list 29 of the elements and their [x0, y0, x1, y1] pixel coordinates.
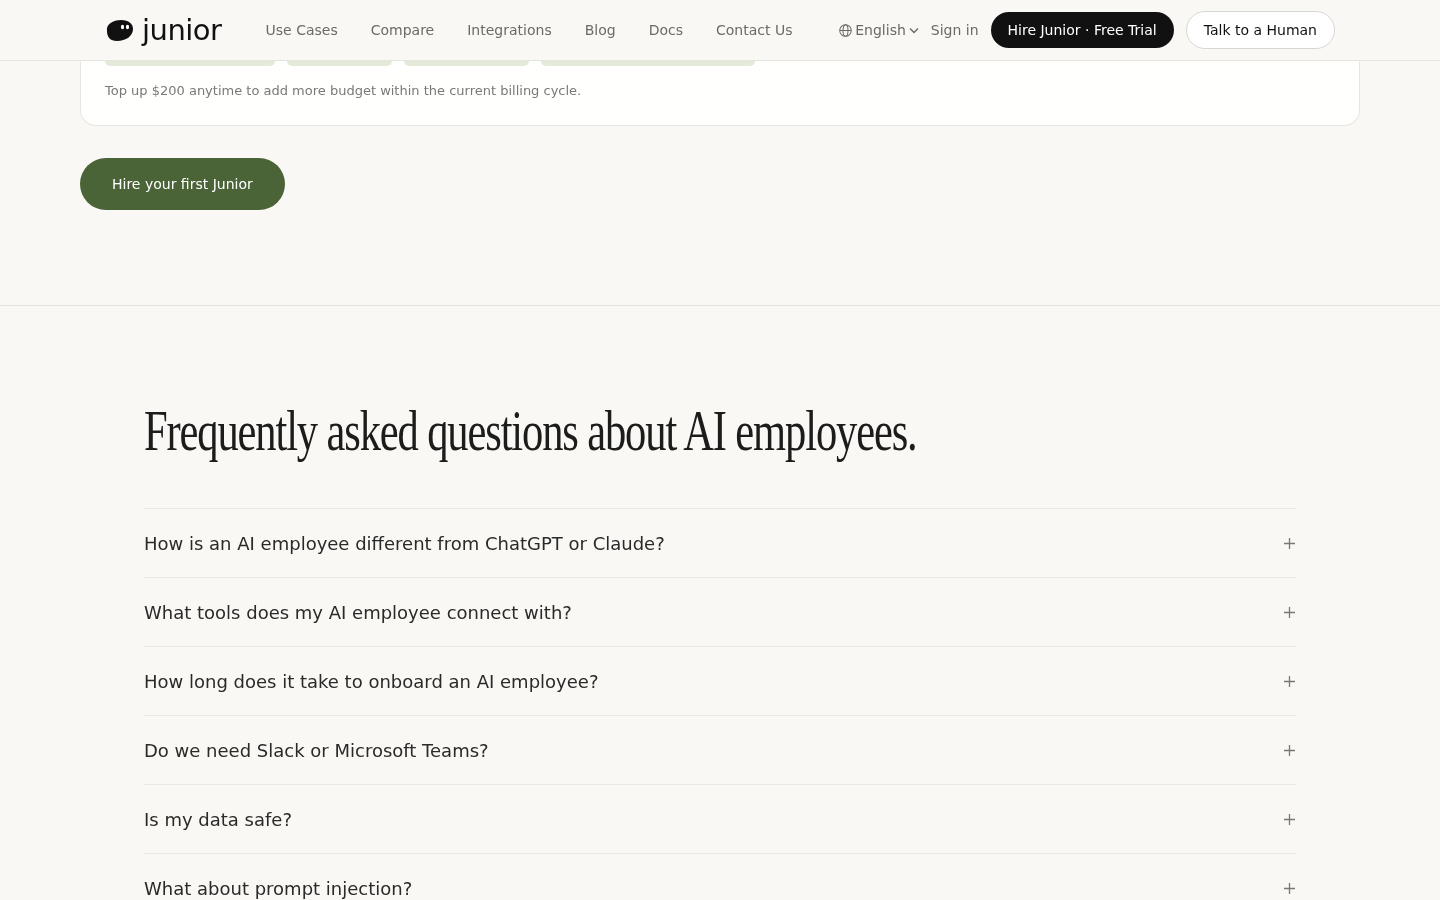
nav-link[interactable]: Docs [648, 22, 683, 38]
nav-link[interactable]: Contact Us [715, 22, 793, 38]
plus-icon[interactable] [1284, 813, 1295, 825]
plus-icon[interactable] [1284, 537, 1295, 549]
blob-logo-icon [104, 18, 134, 42]
language-selector[interactable]: English [839, 22, 919, 38]
faq-question[interactable]: How long does it take to onboard an AI employee? [144, 670, 599, 692]
nav-link[interactable]: Integrations [467, 22, 552, 38]
free-trial-button[interactable]: Hire Junior · Free Trial [990, 12, 1174, 48]
plus-icon[interactable] [1284, 882, 1295, 894]
plus-icon[interactable] [1284, 675, 1295, 687]
top-up-note: Top up $200 anytime to add more budget within the current billing cycle. [105, 82, 583, 100]
talk-to-human-button[interactable]: Talk to a Human [1185, 11, 1335, 49]
nav-link[interactable]: Blog [584, 22, 616, 38]
nav-link[interactable]: Use Cases [265, 22, 338, 38]
faq-question[interactable]: What about prompt injection? [144, 877, 413, 899]
nav-link[interactable]: Compare [370, 22, 435, 38]
chevron-down-icon [908, 26, 919, 34]
faq-question[interactable]: How is an AI employee different from ChatGPT or Claude? [144, 532, 665, 554]
globe-icon [839, 23, 853, 37]
hire-cta-button[interactable]: Hire your first Junior [80, 158, 285, 210]
plus-icon[interactable] [1284, 744, 1295, 756]
plus-icon[interactable] [1284, 606, 1295, 618]
faq-question[interactable]: What tools does my AI employee connect with? [144, 601, 572, 623]
faq-heading: Frequently asked questions about AI employees. [144, 399, 917, 463]
sign-in-link[interactable]: Sign in [930, 22, 979, 38]
faq-question[interactable]: Do we need Slack or Microsoft Teams? [144, 739, 489, 761]
logo[interactable]: junior [104, 15, 222, 45]
faq-question[interactable]: Is my data safe? [144, 808, 292, 830]
